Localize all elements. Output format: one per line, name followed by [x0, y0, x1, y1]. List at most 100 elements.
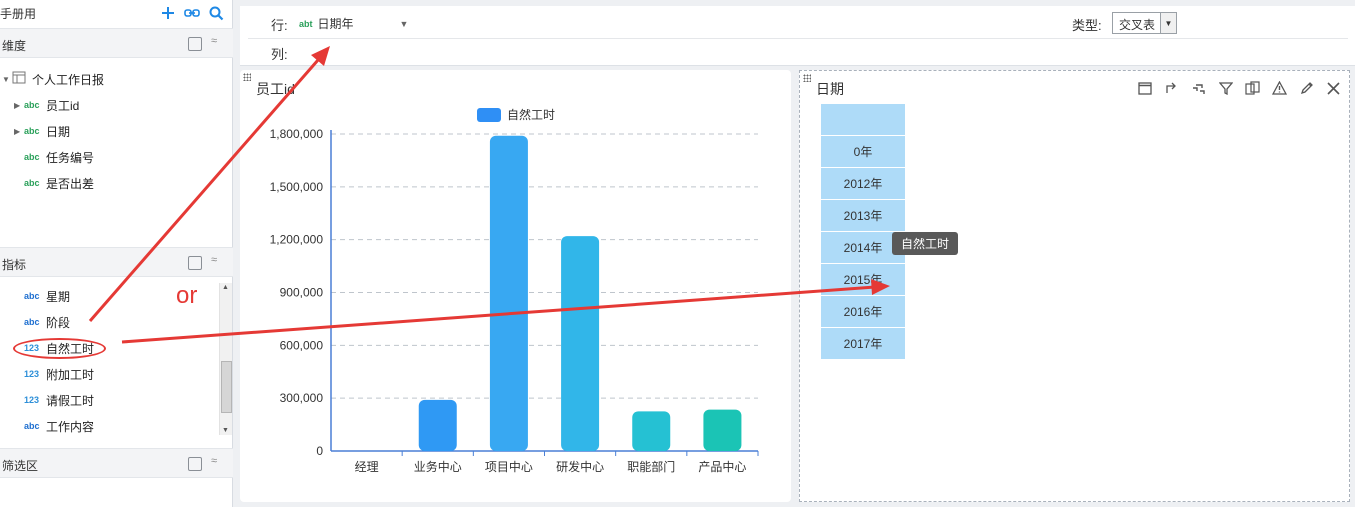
or-annotation: or: [176, 282, 198, 309]
row-field-dropdown[interactable]: abt 日期年 ▼: [299, 15, 408, 32]
left-header-title: 手册用: [0, 7, 37, 21]
type-select[interactable]: 交叉表 ▼: [1112, 12, 1177, 34]
bar: [489, 135, 528, 451]
scroll-up-icon[interactable]: ▲: [222, 284, 229, 291]
expand-triangle-icon[interactable]: ▶: [14, 127, 24, 136]
search-icon[interactable]: [207, 4, 225, 22]
y-tick-label: 300,000: [280, 391, 324, 405]
text-type-icon: abc: [24, 291, 40, 301]
x-tick-label: 经理: [355, 460, 379, 474]
metric-item-extra-hours[interactable]: 123 附加工时: [24, 363, 94, 385]
share-icon[interactable]: [1162, 79, 1181, 97]
metric-item-work-content[interactable]: abc 工作内容: [24, 415, 94, 437]
x-tick-label: 职能部门: [627, 459, 675, 474]
chevron-down-icon[interactable]: ≈: [211, 254, 217, 266]
text-type-icon: abc: [24, 126, 40, 136]
left-panel: 手册用 维度 ≈ ▼ 个人工作日报 ▶ abc 员工id ▶ abc 日期 ab…: [0, 0, 233, 507]
tree-item-label: 是否出差: [46, 176, 95, 191]
crosstab-panel[interactable]: 日期 0年 2012年 2013年 2014年 2015年 2016年 2017…: [799, 70, 1350, 502]
bar: [418, 399, 457, 451]
text-type-icon: abc: [24, 152, 40, 162]
crosstab-title: 日期: [816, 81, 844, 97]
top-strip: [240, 0, 1355, 6]
tree-item-label: 任务编号: [46, 150, 95, 165]
row-label: 行:: [271, 18, 288, 33]
legend-swatch: [477, 108, 501, 122]
text-type-icon: abc: [24, 178, 40, 188]
metric-title: 指标: [2, 258, 27, 272]
y-tick-label: 600,000: [280, 338, 324, 352]
chevron-down-icon[interactable]: ≈: [211, 35, 217, 47]
maximize-icon[interactable]: [1135, 79, 1154, 97]
drag-handle-icon[interactable]: [803, 74, 811, 82]
expand-triangle-icon[interactable]: ▼: [2, 75, 12, 84]
panel-toolbar: [1135, 79, 1343, 97]
x-tick-label: 业务中心: [414, 459, 462, 474]
metric-item-leave-hours[interactable]: 123 请假工时: [24, 389, 94, 411]
divider: [248, 38, 1348, 39]
crosstab-cell: 2012年: [821, 168, 905, 200]
drill-icon[interactable]: [1189, 79, 1208, 97]
filter-icon[interactable]: [1216, 79, 1235, 97]
y-tick-label: 1,200,000: [270, 233, 324, 247]
edit-icon[interactable]: [1297, 79, 1316, 97]
plus-icon[interactable]: [159, 4, 177, 22]
export-icon[interactable]: [1243, 79, 1262, 97]
number-type-icon: 123: [24, 395, 40, 405]
chevron-down-icon[interactable]: ▼: [400, 19, 409, 29]
tree-item-date[interactable]: ▶ abc 日期: [14, 120, 70, 142]
x-tick-label: 项目中心: [485, 459, 533, 474]
number-type-icon: 123: [24, 369, 40, 379]
bar-chart: 0 300,000 600,000 900,000 1,200,000 1,500,000…: [270, 107, 759, 474]
metric-item-label: 阶段: [46, 315, 71, 330]
column-label: 列:: [271, 47, 288, 62]
tree-root[interactable]: ▼ 个人工作日报: [2, 68, 104, 90]
tree-item-employee-id[interactable]: ▶ abc 员工id: [14, 94, 79, 116]
drag-tooltip: 自然工时: [892, 232, 959, 255]
bar: [632, 411, 671, 451]
metric-item-weekday[interactable]: abc 星期: [24, 285, 70, 307]
collapse-expand-icon[interactable]: [188, 37, 202, 51]
chart-title: 员工id: [256, 81, 295, 97]
expand-triangle-icon[interactable]: ▶: [14, 101, 24, 110]
warning-icon[interactable]: [1270, 79, 1289, 97]
crosstab-cell: 0年: [821, 136, 905, 168]
scroll-down-icon[interactable]: ▼: [222, 427, 229, 434]
close-icon[interactable]: [1324, 79, 1343, 97]
dimension-section-header[interactable]: 维度 ≈: [0, 28, 233, 58]
filter-section-header[interactable]: 筛选区 ≈: [0, 448, 233, 478]
chevron-down-icon[interactable]: ▼: [1160, 13, 1176, 33]
collapse-expand-icon[interactable]: [188, 256, 202, 270]
table-icon: [12, 71, 27, 87]
crosstab-cell: 2015年: [821, 264, 905, 296]
metric-item-label: 附加工时: [46, 367, 95, 382]
text-type-icon: abt: [299, 18, 313, 29]
tree-item-business-trip[interactable]: abc 是否出差: [24, 172, 94, 194]
filter-title: 筛选区: [2, 459, 39, 473]
tree-item-task-number[interactable]: abc 任务编号: [24, 146, 94, 168]
metric-scrollbar[interactable]: ▲ ▼: [219, 283, 232, 435]
highlight-ellipse: [13, 338, 106, 359]
bar: [703, 409, 742, 451]
collapse-expand-icon[interactable]: [188, 457, 202, 471]
tree-item-label: 日期: [46, 124, 71, 139]
metric-section-header[interactable]: 指标 ≈: [0, 247, 233, 277]
metric-item-label: 星期: [46, 289, 71, 304]
legend-label: 自然工时: [507, 107, 555, 122]
chevron-down-icon[interactable]: ≈: [211, 455, 217, 467]
y-tick-label: 0: [316, 444, 323, 458]
y-tick-label: 1,800,000: [270, 127, 324, 141]
crosstab-cell: [821, 104, 905, 136]
link-icon[interactable]: [183, 4, 201, 22]
type-select-value: 交叉表: [1119, 18, 1156, 32]
scroll-thumb[interactable]: [221, 361, 232, 413]
dimension-title: 维度: [2, 39, 27, 53]
text-type-icon: abc: [24, 421, 40, 431]
text-type-icon: abc: [24, 317, 40, 327]
metric-item-label: 工作内容: [46, 419, 95, 434]
x-tick-label: 研发中心: [556, 459, 604, 474]
y-tick-label: 900,000: [280, 286, 324, 300]
metric-item-stage[interactable]: abc 阶段: [24, 311, 70, 333]
app-root: 手册用 维度 ≈ ▼ 个人工作日报 ▶ abc 员工id ▶ abc 日期 ab…: [0, 0, 1355, 507]
chart-panel[interactable]: 0 300,000 600,000 900,000 1,200,000 1,500,000…: [240, 70, 791, 502]
